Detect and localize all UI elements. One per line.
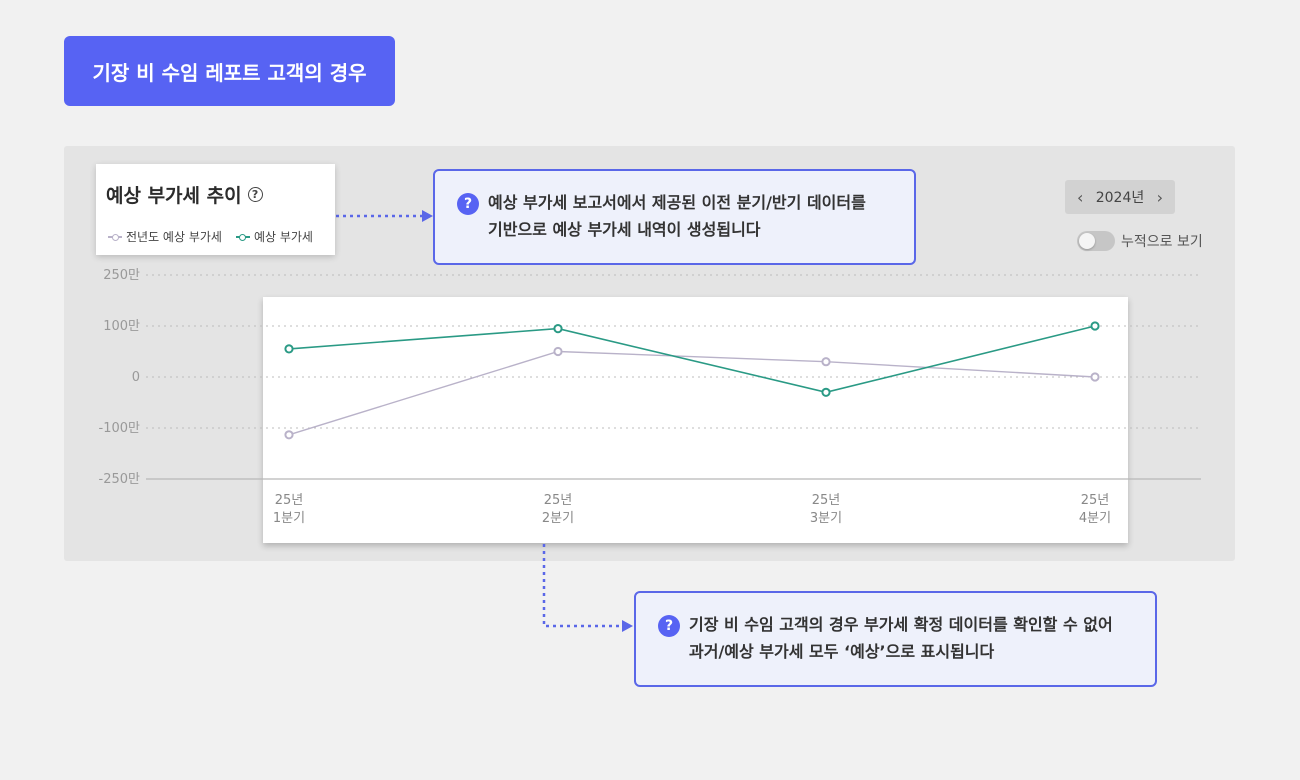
chart-title: 예상 부가세 추이 ? — [106, 181, 263, 208]
x-tick-label: 25년 — [544, 493, 573, 508]
y-tick-label: 0 — [132, 370, 140, 385]
legend-marker-icon — [235, 233, 250, 241]
legend-label: 전년도 예상 부가세 — [126, 230, 222, 244]
callout-bottom-line2: 과거/예상 부가세 모두 ‘예상’으로 표시됩니다 — [689, 642, 995, 661]
callout-bottom-line1: 기장 비 수임 고객의 경우 부가세 확정 데이터를 확인할 수 없어 — [689, 615, 1113, 634]
cumulative-toggle-label: 누적으로 보기 — [1121, 234, 1203, 250]
help-icon[interactable]: ? — [247, 187, 263, 202]
y-tick-label: 250만 — [103, 268, 140, 283]
data-point — [284, 344, 294, 354]
x-tick-label: 25년 — [1081, 493, 1110, 508]
chart-header-card: 예상 부가세 추이 ? 전년도 예상 부가세 예상 부가세 — [96, 164, 335, 255]
y-tick-label: -100만 — [99, 421, 141, 436]
y-tick-label: -250만 — [99, 472, 141, 487]
question-icon: ? — [457, 193, 479, 215]
callout-arrowhead-top — [422, 210, 433, 222]
data-point — [1090, 321, 1100, 331]
callout-top-line2: 기반으로 예상 부가세 내역이 생성됩니다 — [488, 220, 761, 239]
chevron-left-icon[interactable]: ‹ — [1077, 188, 1083, 207]
data-point — [553, 346, 563, 357]
x-tick-label: 25년 — [812, 493, 841, 508]
series-line — [288, 350, 1096, 436]
legend-marker-icon — [108, 233, 122, 241]
data-point — [821, 357, 831, 367]
legend-label: 예상 부가세 — [253, 230, 313, 244]
cumulative-toggle-group: 누적으로 보기 — [1077, 231, 1203, 251]
data-point — [821, 387, 831, 397]
data-point — [553, 324, 563, 334]
callout-top-line1: 예상 부가세 보고서에서 제공된 이전 분기/반기 데이터를 — [488, 193, 866, 212]
data-point — [1090, 372, 1100, 382]
chart-title-text: 예상 부가세 추이 — [106, 185, 242, 207]
x-tick-label: 1분기 — [273, 511, 305, 526]
x-tick-label: 4분기 — [1079, 511, 1111, 526]
callout-bottom: ? 기장 비 수임 고객의 경우 부가세 확정 데이터를 확인할 수 없어 과거… — [634, 591, 1157, 687]
callout-top: ? 예상 부가세 보고서에서 제공된 이전 분기/반기 데이터를 기반으로 예상… — [433, 169, 916, 265]
data-point — [284, 430, 294, 440]
x-tick-label: 25년 — [275, 493, 304, 508]
x-tick-label: 3분기 — [810, 511, 842, 526]
legend-item-prev: 전년도 예상 부가세 — [108, 228, 222, 245]
year-label: 2024년 — [1095, 190, 1145, 206]
y-tick-label: 100만 — [103, 319, 140, 334]
callout-arrowhead-bottom — [622, 620, 633, 632]
chart-legend: 전년도 예상 부가세 예상 부가세 — [108, 228, 313, 245]
legend-item-current: 예상 부가세 — [235, 228, 313, 245]
x-tick-label: 2분기 — [542, 511, 574, 526]
callout-connector-bottom — [542, 544, 622, 628]
year-navigator: ‹ 2024년 › — [1065, 180, 1175, 214]
series-line — [288, 325, 1096, 394]
cumulative-toggle[interactable] — [1077, 231, 1115, 251]
question-icon: ? — [658, 615, 680, 637]
chevron-right-icon[interactable]: › — [1157, 188, 1163, 207]
